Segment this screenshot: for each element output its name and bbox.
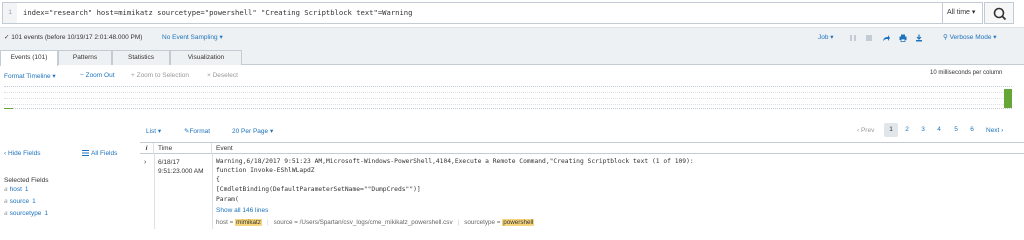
list-view-dropdown[interactable]: List ▾ xyxy=(146,127,161,135)
host-label: host = xyxy=(216,219,236,226)
timeline-bar[interactable] xyxy=(1004,89,1012,108)
search-button[interactable] xyxy=(984,2,1014,24)
results-tabs: Events (101) Patterns Statistics Visuali… xyxy=(0,47,1024,66)
timeline-chart[interactable] xyxy=(4,86,1012,109)
event-line: { xyxy=(216,176,220,183)
page-link-4[interactable]: 4 xyxy=(932,123,946,137)
sourcetype-value[interactable]: powershell xyxy=(502,219,535,226)
page-link-6[interactable]: 6 xyxy=(965,123,979,137)
expand-row-icon[interactable]: › xyxy=(144,159,146,166)
search-icon xyxy=(993,7,1007,21)
pause-icon[interactable] xyxy=(849,34,857,42)
page-link-1[interactable]: 1 xyxy=(884,123,898,137)
zoom-to-selection-button[interactable]: + Zoom to Selection xyxy=(131,72,189,79)
hide-fields-link[interactable]: ‹ Hide Fields xyxy=(4,150,40,157)
source-value[interactable]: /Users/Spartan/csv_logs/cme_mikikatz_pow… xyxy=(300,219,453,226)
format-button[interactable]: ✎Format xyxy=(184,127,210,135)
sourcetype-label: sourcetype = xyxy=(464,219,503,226)
field-source[interactable]: a source 1 xyxy=(4,198,36,205)
page-link-2[interactable]: 2 xyxy=(900,123,914,137)
column-divider xyxy=(212,154,213,229)
all-fields-label: All Fields xyxy=(91,150,118,157)
timeline-controls: Format Timeline ▾ − Zoom Out + Zoom to S… xyxy=(0,65,1024,85)
field-count: 1 xyxy=(24,186,29,193)
column-divider xyxy=(154,154,155,229)
line-number: 1 xyxy=(3,3,17,23)
event-date: 6/18/17 xyxy=(158,159,180,166)
search-bar: 1 index="research" host=mimikatz sourcet… xyxy=(0,0,1024,27)
event-count-summary: ✓ 101 events (before 10/19/17 2:01:48.00… xyxy=(4,34,143,41)
results-controls: List ▾ ✎Format 20 Per Page ▾ ‹ Prev 1 2 … xyxy=(0,122,1024,140)
timeline-gridline xyxy=(4,98,1012,99)
all-fields-link[interactable]: All Fields xyxy=(82,150,117,157)
deselect-button[interactable]: × Deselect xyxy=(207,72,238,79)
zoom-out-button[interactable]: − Zoom Out xyxy=(80,72,115,79)
meta-separator: | xyxy=(457,219,460,226)
export-icon[interactable] xyxy=(915,34,923,42)
field-count: 1 xyxy=(32,198,36,205)
timeline-overview-marker xyxy=(4,108,13,109)
source-label: source = xyxy=(273,219,300,226)
event-line: Warning,6/18/2017 9:51:23 AM,Microsoft-W… xyxy=(216,158,694,165)
tab-statistics[interactable]: Statistics xyxy=(112,50,170,65)
events-table: i Time Event › 6/18/17 9:51:23.000 AM Wa… xyxy=(140,142,1024,229)
format-timeline-dropdown[interactable]: Format Timeline ▾ xyxy=(4,72,56,80)
share-icon[interactable] xyxy=(882,34,890,42)
event-line: Param( xyxy=(216,196,239,203)
host-value[interactable]: mimikatz xyxy=(235,219,262,226)
time-range-picker[interactable]: All time ▾ xyxy=(943,2,983,24)
event-line: [CmdletBinding(DefaultParameterSetName="… xyxy=(216,186,421,193)
event-sampling-dropdown[interactable]: No Event Sampling ▾ xyxy=(162,28,223,48)
event-metadata: host = mimikatz | source = /Users/Spartan/… xyxy=(216,219,535,226)
search-query-text[interactable]: index="research" host=mimikatz sourcetyp… xyxy=(23,3,412,23)
search-query-input[interactable]: 1 index="research" host=mimikatz sourcet… xyxy=(2,2,943,24)
next-page-link[interactable]: Next › xyxy=(986,127,1003,134)
field-type-marker: a xyxy=(4,210,8,217)
tab-events[interactable]: Events (101) xyxy=(0,50,58,66)
timeline-scale-label: 10 milliseconds per column xyxy=(930,70,1003,76)
tab-patterns[interactable]: Patterns xyxy=(58,50,112,65)
job-menu[interactable]: Job ▾ xyxy=(818,28,834,48)
field-sourcetype[interactable]: a sourcetype 1 xyxy=(4,210,48,217)
print-icon[interactable] xyxy=(899,34,907,42)
timeline-gridline xyxy=(4,104,1012,105)
info-column-header: i xyxy=(140,143,154,154)
timeline-gridline xyxy=(4,92,1012,93)
field-name: sourcetype xyxy=(9,210,42,217)
page-link-3[interactable]: 3 xyxy=(916,123,930,137)
per-page-dropdown[interactable]: 20 Per Page ▾ xyxy=(232,127,273,135)
all-fields-icon xyxy=(82,150,89,157)
prev-page-link[interactable]: ‹ Prev xyxy=(857,127,874,134)
field-name: source xyxy=(9,198,30,205)
event-line: function Invoke-EShlWLapdZ xyxy=(216,167,315,174)
show-all-lines-link[interactable]: Show all 146 lines xyxy=(216,207,268,214)
field-host[interactable]: a host 1 xyxy=(4,186,29,193)
field-type-marker: a xyxy=(4,186,8,193)
field-type-marker: a xyxy=(4,198,8,205)
field-name: host xyxy=(9,186,22,193)
page-link-5[interactable]: 5 xyxy=(949,123,963,137)
search-mode-dropdown[interactable]: ⚲ Verbose Mode ▾ xyxy=(943,28,997,48)
job-status-bar: ✓ 101 events (before 10/19/17 2:01:48.00… xyxy=(0,27,1024,47)
meta-separator: | xyxy=(266,219,269,226)
table-header: i Time Event xyxy=(140,142,1024,154)
table-row: › 6/18/17 9:51:23.000 AM Warning,6/18/20… xyxy=(140,154,1024,229)
event-column-header: Event xyxy=(216,145,233,152)
field-count: 1 xyxy=(44,210,49,217)
selected-fields-heading: Selected Fields xyxy=(4,177,49,184)
tab-visualization[interactable]: Visualization xyxy=(170,50,242,65)
stop-icon[interactable] xyxy=(865,34,873,42)
event-time: 9:51:23.000 AM xyxy=(158,168,204,175)
time-column-header[interactable]: Time xyxy=(154,143,212,154)
